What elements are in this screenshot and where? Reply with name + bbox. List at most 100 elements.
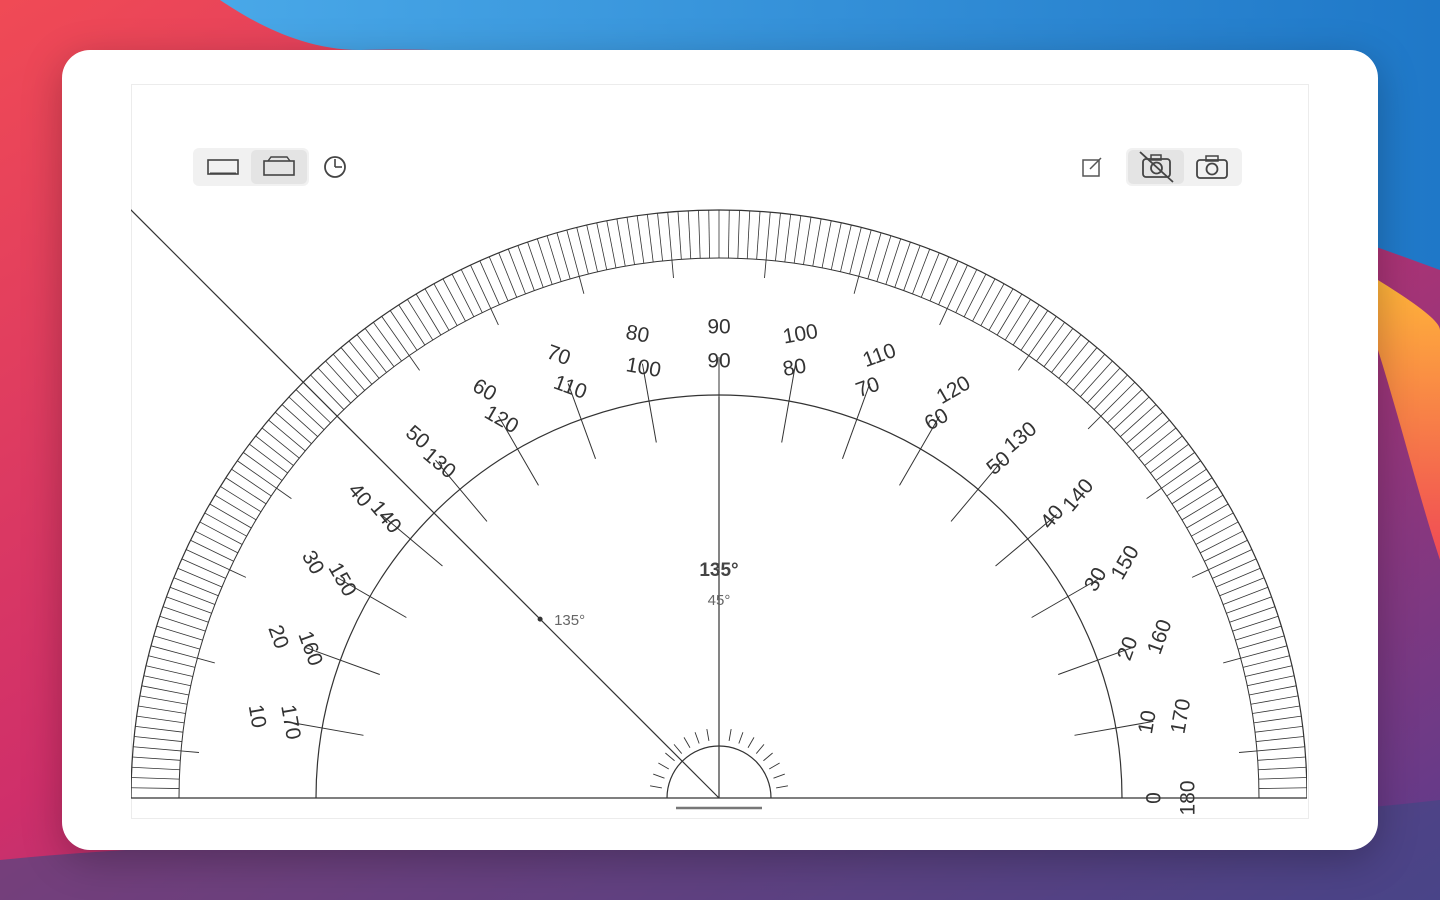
degree-tick: [199, 521, 243, 545]
degree-tick: [145, 665, 193, 677]
degree-tick: [136, 715, 185, 724]
degree-tick: [858, 229, 872, 277]
degree-tick: [566, 229, 580, 277]
degree-tick: [243, 452, 283, 481]
hub-tick: [673, 744, 683, 754]
hub-tick: [769, 762, 780, 770]
degree-tick: [1051, 334, 1082, 373]
degree-tick: [1256, 746, 1305, 752]
degree-tick: [1250, 695, 1299, 705]
degree-tick: [261, 427, 300, 459]
degree-tick: [131, 787, 180, 789]
camera-button[interactable]: [1184, 150, 1240, 184]
degree-tick: [849, 227, 862, 275]
degree-tick: [955, 269, 978, 313]
degree-tick: [356, 334, 387, 373]
degree-tick: [596, 222, 608, 270]
degree-tick: [150, 645, 198, 659]
degree-tick: [1113, 396, 1150, 431]
degree-tick: [626, 217, 635, 265]
hub-tick: [763, 752, 773, 762]
five-degree-tick: [181, 750, 200, 753]
degree-tick: [765, 212, 771, 261]
degree-tick: [867, 232, 882, 280]
degree-tick: [1215, 567, 1261, 588]
degree-tick: [784, 214, 792, 263]
degree-tick: [980, 283, 1005, 326]
degree-tick: [657, 213, 663, 261]
degree-tick: [1181, 494, 1224, 521]
degree-tick: [1132, 419, 1170, 452]
degree-tick: [1072, 353, 1106, 391]
degree-tick: [442, 278, 466, 322]
degree-tick: [576, 227, 589, 275]
scale-label-outer: 150: [1106, 542, 1143, 584]
degree-tick: [407, 299, 434, 341]
degree-tick: [173, 577, 219, 597]
degree-tick: [708, 210, 710, 259]
degree-tick: [812, 218, 822, 267]
degree-tick: [194, 530, 239, 554]
degree-tick: [190, 539, 234, 562]
scale-label-outer: 170: [1167, 697, 1196, 736]
degree-tick: [1080, 360, 1113, 397]
five-degree-tick: [1018, 355, 1030, 371]
degree-tick: [133, 746, 182, 752]
degree-tick: [920, 252, 940, 298]
scale-label-outer: 110: [860, 339, 899, 372]
degree-tick: [1012, 304, 1040, 346]
rectangle-view-button[interactable]: [195, 150, 251, 184]
degree-tick: [332, 353, 366, 391]
degree-tick: [325, 360, 358, 397]
angle-readout-secondary: 45°: [708, 592, 731, 609]
camera-off-button[interactable]: [1128, 150, 1184, 184]
degree-tick: [451, 273, 475, 318]
degree-tick: [821, 220, 832, 268]
degree-tick: [517, 245, 535, 291]
degree-tick: [1171, 477, 1213, 505]
degree-tick: [249, 443, 288, 474]
hub-tick: [683, 737, 691, 748]
degree-tick: [746, 210, 751, 259]
degree-tick: [1036, 322, 1065, 362]
degree-tick: [470, 264, 492, 309]
protractor-drawing[interactable]: 1020304050607080 90 1001101201301401501601…: [131, 84, 1307, 817]
degree-tick: [606, 220, 617, 268]
five-degree-tick: [197, 657, 215, 664]
edit-button[interactable]: [1072, 150, 1112, 184]
camera-icon: [1196, 155, 1228, 179]
toolbar-right: [1072, 148, 1242, 186]
degree-tick: [1161, 460, 1201, 489]
degree-tick: [1242, 655, 1290, 668]
degree-tick: [204, 512, 247, 537]
degree-tick: [364, 328, 395, 367]
degree-tick: [1093, 374, 1128, 410]
degree-tick: [793, 215, 802, 264]
degree-tick: [698, 210, 701, 259]
degree-tick: [1058, 340, 1090, 379]
scale-label-outer: 180: [1177, 780, 1200, 815]
scale-label-inner: 60: [921, 404, 953, 436]
five-degree-tick: [853, 276, 860, 294]
toolbar-left: [193, 148, 355, 186]
degree-tick: [1258, 787, 1307, 789]
rectangle-icon: [207, 159, 239, 175]
five-degree-tick: [276, 487, 292, 499]
scale-label-inner: 80: [781, 354, 808, 381]
hub-tick: [694, 732, 700, 744]
scale-label-inner: 30: [1080, 564, 1112, 596]
frame-view-button[interactable]: [251, 150, 307, 184]
degree-tick: [1144, 435, 1183, 466]
camera-group: [1126, 148, 1242, 186]
angle-mode-button[interactable]: [315, 150, 355, 184]
scale-label-inner: 110: [551, 371, 590, 404]
degree-tick: [1212, 558, 1257, 579]
degree-tick: [214, 494, 257, 521]
degree-tick: [646, 214, 654, 263]
degree-tick: [1226, 596, 1272, 614]
five-degree-tick: [939, 308, 948, 326]
degree-tick: [1020, 310, 1049, 351]
scale-label-inner: 170: [276, 703, 305, 742]
five-degree-tick: [764, 260, 767, 279]
five-degree-tick: [408, 355, 420, 371]
